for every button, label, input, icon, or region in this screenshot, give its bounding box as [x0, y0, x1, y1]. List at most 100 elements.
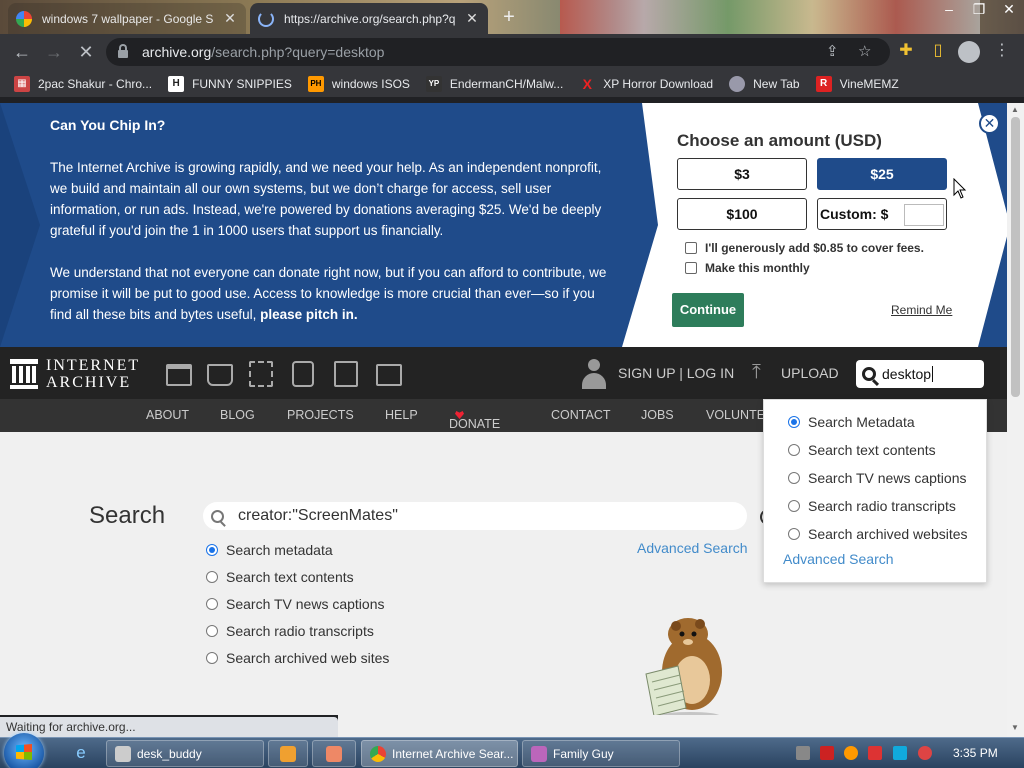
close-icon[interactable]: ✕ — [222, 10, 238, 27]
images-icon[interactable] — [376, 364, 402, 386]
media-player-icon — [280, 745, 296, 762]
nav-blog[interactable]: BLOG — [220, 408, 255, 422]
start-button[interactable] — [4, 733, 44, 768]
nav-help[interactable]: HELP — [385, 408, 418, 422]
continue-button[interactable]: Continue — [672, 293, 744, 327]
banner-paragraph-2: We understand that not everyone can dona… — [50, 265, 607, 322]
star-icon[interactable]: ☆ — [858, 42, 871, 60]
main-search-input[interactable]: creator:"ScreenMates" — [203, 502, 747, 530]
close-icon[interactable]: ✕ — [464, 10, 480, 27]
bookmark-vinememz[interactable]: R VineMEMZ — [815, 75, 899, 92]
amount-25-button[interactable]: $25 — [817, 158, 947, 190]
tray-search-icon[interactable] — [844, 746, 858, 760]
maximize-icon[interactable]: ❐ — [964, 0, 994, 20]
user-icon[interactable] — [581, 359, 607, 389]
ie-icon[interactable]: e — [68, 741, 94, 765]
task-chrome[interactable]: Internet Archive Sear... — [361, 740, 518, 767]
bookmark-windows-isos[interactable]: PH windows ISOS — [307, 75, 410, 92]
scroll-down-icon[interactable]: ▼ — [1011, 723, 1019, 732]
tray-app-icon[interactable] — [796, 746, 810, 760]
software-icon[interactable] — [334, 361, 358, 387]
new-tab-button[interactable]: + — [498, 7, 520, 29]
tab-title: https://archive.org/search.php?q — [284, 11, 456, 26]
bookmark-2pac[interactable]: ▦ 2pac Shakur - Chro... — [14, 75, 152, 92]
search-option-metadata[interactable]: Search metadata — [206, 542, 333, 558]
status-bubble: Waiting for archive.org... — [0, 717, 338, 737]
forward-icon[interactable]: → — [38, 36, 70, 68]
bookmark-xp-horror[interactable]: X XP Horror Download — [579, 76, 714, 92]
task-media-player[interactable] — [268, 740, 308, 767]
nav-contact[interactable]: CONTACT — [551, 408, 611, 422]
hamster-desk-buddy[interactable] — [630, 612, 740, 715]
bookmark-funny-snippies[interactable]: H FUNNY SNIPPIES — [168, 75, 292, 92]
bookmarks-bar: ▦ 2pac Shakur - Chro... H FUNNY SNIPPIES P… — [0, 70, 1024, 98]
texts-icon[interactable] — [207, 364, 233, 386]
banner-text: Can You Chip In? The Internet Archive is… — [50, 115, 610, 346]
tab-google[interactable]: windows 7 wallpaper - Google S ✕ — [8, 3, 246, 34]
tab-archive[interactable]: https://archive.org/search.php?q ✕ — [250, 3, 488, 34]
tray-flag-icon[interactable] — [868, 746, 882, 760]
search-option-radio[interactable]: Search radio transcripts — [206, 623, 374, 639]
calendar-icon: ▦ — [14, 75, 30, 92]
share-icon[interactable]: ⇪ — [826, 42, 839, 60]
wallpaper-splash — [560, 0, 980, 34]
scroll-up-icon[interactable]: ▲ — [1011, 105, 1019, 114]
task-family-guy[interactable]: Family Guy — [522, 740, 680, 767]
video-icon[interactable] — [249, 361, 273, 387]
web-icon[interactable] — [166, 364, 192, 386]
custom-amount-field[interactable]: Custom: $ — [817, 198, 947, 230]
extensions-icon[interactable]: ✚ — [894, 40, 918, 60]
dropdown-option-websites[interactable]: Search archived websites — [788, 526, 968, 542]
bookmark-new-tab[interactable]: New Tab — [729, 75, 800, 92]
amount-100-button[interactable]: $100 — [677, 198, 807, 230]
tray-network-icon[interactable] — [893, 746, 907, 760]
donation-banner: Can You Chip In? The Internet Archive is… — [0, 103, 1007, 347]
sidepanel-icon[interactable]: ▯ — [926, 40, 950, 60]
dropdown-option-metadata[interactable]: Search Metadata — [788, 414, 915, 430]
back-icon[interactable]: ← — [6, 36, 38, 68]
monthly-checkbox[interactable]: Make this monthly — [685, 261, 810, 275]
signup-login-link[interactable]: SIGN UP | LOG IN — [618, 365, 734, 381]
task-paint[interactable] — [312, 740, 356, 767]
upload-link[interactable]: UPLOAD — [781, 365, 839, 381]
page-scrollbar[interactable]: ▲ ▼ — [1007, 103, 1024, 737]
tray-antivirus-icon[interactable] — [820, 746, 834, 760]
stop-icon[interactable]: ✕ — [70, 36, 102, 68]
cover-fees-checkbox[interactable]: I'll generously add $0.85 to cover fees. — [685, 241, 924, 255]
taskbar-clock[interactable]: 3:35 PM — [953, 746, 998, 760]
ia-search-input[interactable]: desktop — [856, 360, 984, 388]
advanced-search-link[interactable]: Advanced Search — [637, 540, 748, 556]
dropdown-advanced-search-link[interactable]: Advanced Search — [783, 551, 894, 567]
search-option-tv[interactable]: Search TV news captions — [206, 596, 385, 612]
nav-about[interactable]: ABOUT — [146, 408, 189, 422]
menu-icon[interactable]: ⋮ — [990, 40, 1014, 60]
dropdown-option-text[interactable]: Search text contents — [788, 442, 936, 458]
nav-jobs[interactable]: JOBS — [641, 408, 674, 422]
search-option-text[interactable]: Search text contents — [206, 569, 354, 585]
task-desk-buddy[interactable]: desk_buddy — [106, 740, 264, 767]
profile-icon[interactable] — [958, 41, 980, 63]
minimize-icon[interactable]: – — [934, 0, 964, 20]
nav-donate[interactable]: DONATE — [449, 408, 500, 431]
close-banner-button[interactable]: ✕ — [979, 113, 1000, 134]
amount-3-button[interactable]: $3 — [677, 158, 807, 190]
windows-taskbar: e desk_buddy Internet Archive Sear... Fa… — [0, 733, 1024, 768]
upload-icon[interactable]: ⤒ — [752, 361, 770, 385]
scroll-thumb[interactable] — [1011, 117, 1020, 397]
loading-icon — [258, 10, 274, 27]
custom-amount-input[interactable] — [904, 204, 944, 226]
remind-me-link[interactable]: Remind Me — [891, 303, 952, 317]
tray-volume-icon[interactable] — [918, 746, 932, 760]
audio-icon[interactable] — [292, 361, 314, 387]
nav-projects[interactable]: PROJECTS — [287, 408, 354, 422]
search-option-web[interactable]: Search archived web sites — [206, 650, 389, 666]
close-window-icon[interactable]: ✕ — [994, 0, 1024, 20]
dropdown-option-radio[interactable]: Search radio transcripts — [788, 498, 956, 514]
dropdown-option-tv[interactable]: Search TV news captions — [788, 470, 967, 486]
ia-logo[interactable]: INTERNET ARCHIVE — [10, 357, 140, 391]
cursor-icon — [953, 178, 967, 199]
address-bar[interactable]: archive.org/search.php?query=desktop — [106, 38, 890, 66]
archive-temple-icon — [10, 359, 38, 389]
bookmark-endermanch[interactable]: YP EndermanCH/Malw... — [425, 75, 563, 92]
nav-volunteer[interactable]: VOLUNTE — [706, 408, 765, 422]
